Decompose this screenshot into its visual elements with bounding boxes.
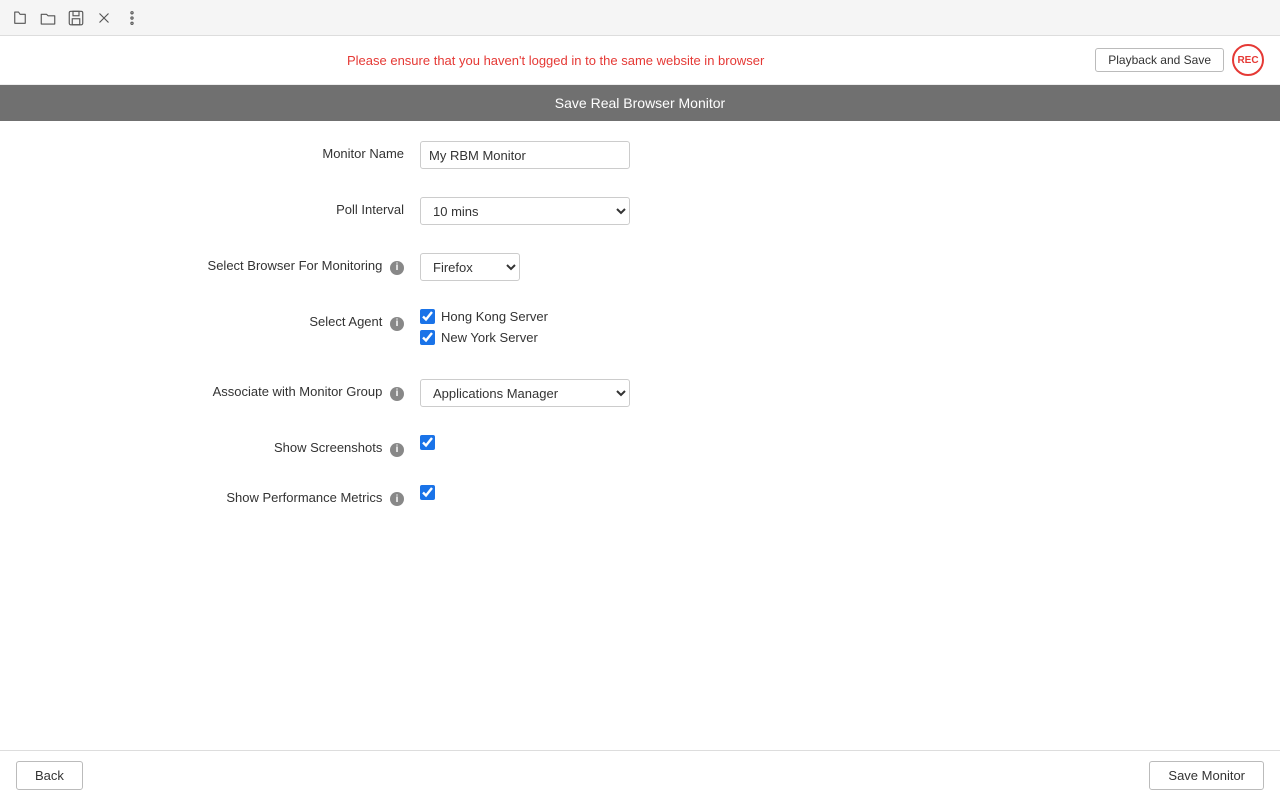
agent-hongkong-label: Hong Kong Server [441, 309, 548, 324]
monitor-group-row: Associate with Monitor Group i Applicati… [0, 379, 1280, 407]
perf-metrics-checkbox[interactable] [420, 485, 435, 500]
screenshots-row: Show Screenshots i [0, 435, 1280, 457]
monitor-name-input[interactable] [420, 141, 630, 169]
monitor-group-info-icon[interactable]: i [390, 387, 404, 401]
monitor-name-control [420, 141, 1180, 169]
agent-newyork-checkbox[interactable] [420, 330, 435, 345]
agent-label: Select Agent i [100, 309, 420, 331]
monitor-group-label: Associate with Monitor Group i [100, 379, 420, 401]
agent-info-icon[interactable]: i [390, 317, 404, 331]
agent-hongkong-row: Hong Kong Server [420, 309, 1180, 324]
screenshots-label: Show Screenshots i [100, 435, 420, 457]
monitor-group-select[interactable]: Applications Manager Default [420, 379, 630, 407]
form-area: Monitor Name Poll Interval 1 min 5 mins … [0, 121, 1280, 554]
browser-row: Select Browser For Monitoring i Firefox … [0, 253, 1280, 281]
folder-icon[interactable] [38, 8, 58, 28]
warning-message: Please ensure that you haven't logged in… [347, 53, 764, 68]
more-options-icon[interactable] [122, 8, 142, 28]
perf-metrics-control [420, 485, 1180, 503]
poll-interval-label: Poll Interval [100, 197, 420, 217]
agent-hongkong-checkbox[interactable] [420, 309, 435, 324]
browser-label: Select Browser For Monitoring i [100, 253, 420, 275]
agent-newyork-label: New York Server [441, 330, 538, 345]
open-file-icon[interactable] [10, 8, 30, 28]
agent-newyork-row: New York Server [420, 330, 1180, 345]
browser-control: Firefox Chrome [420, 253, 1180, 281]
warning-bar: Please ensure that you haven't logged in… [0, 36, 1280, 85]
poll-interval-row: Poll Interval 1 min 5 mins 10 mins 15 mi… [0, 197, 1280, 225]
monitor-group-control: Applications Manager Default [420, 379, 1180, 407]
browser-info-icon[interactable]: i [390, 261, 404, 275]
agent-control: Hong Kong Server New York Server [420, 309, 1180, 351]
agent-row: Select Agent i Hong Kong Server New York… [0, 309, 1280, 351]
perf-metrics-label: Show Performance Metrics i [100, 485, 420, 507]
close-x-icon[interactable] [94, 8, 114, 28]
section-header: Save Real Browser Monitor [0, 85, 1280, 121]
playback-save-button[interactable]: Playback and Save [1095, 48, 1224, 72]
browser-select[interactable]: Firefox Chrome [420, 253, 520, 281]
poll-interval-select[interactable]: 1 min 5 mins 10 mins 15 mins 30 mins 1 h… [420, 197, 630, 225]
monitor-name-label: Monitor Name [100, 141, 420, 161]
section-title: Save Real Browser Monitor [555, 95, 725, 111]
toolbar [0, 0, 1280, 36]
rec-button[interactable]: REC [1232, 44, 1264, 76]
poll-interval-control: 1 min 5 mins 10 mins 15 mins 30 mins 1 h… [420, 197, 1180, 225]
perf-metrics-row: Show Performance Metrics i [0, 485, 1280, 507]
save-monitor-button[interactable]: Save Monitor [1149, 761, 1264, 790]
perf-metrics-info-icon[interactable]: i [390, 492, 404, 506]
monitor-name-row: Monitor Name [0, 141, 1280, 169]
back-button[interactable]: Back [16, 761, 83, 790]
save-disk-icon[interactable] [66, 8, 86, 28]
screenshots-control [420, 435, 1180, 453]
screenshots-info-icon[interactable]: i [390, 443, 404, 457]
toolbar-icons [10, 8, 142, 28]
footer: Back Save Monitor [0, 750, 1280, 800]
screenshots-checkbox[interactable] [420, 435, 435, 450]
